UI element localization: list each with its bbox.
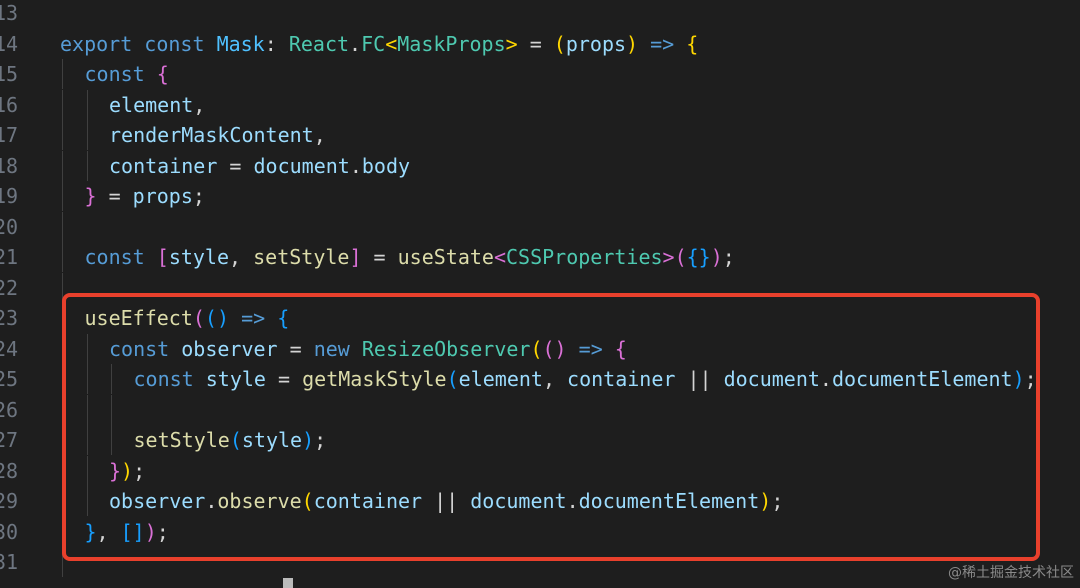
- code-text: export const Mask: React.FC<MaskProps> =…: [60, 31, 699, 56]
- line-number: 27: [0, 428, 19, 452]
- indent-guide: [62, 120, 63, 150]
- line-number: 29: [0, 489, 19, 513]
- indent-guide: [62, 89, 63, 120]
- text-cursor-icon: [283, 578, 293, 588]
- line-number: 16: [0, 92, 19, 117]
- indent-guide: [86, 89, 88, 120]
- indent-guide: [86, 120, 88, 150]
- line-number: 13: [0, 1, 19, 25]
- code-line[interactable]: 15 const {: [0, 59, 1080, 89]
- line-number: 24: [0, 336, 19, 361]
- line-number: 21: [0, 245, 19, 269]
- indent-guide: [86, 150, 88, 181]
- code-line[interactable]: 21 const [style, setStyle] = useState<CSS…: [0, 242, 1080, 272]
- code-text: container = document.body: [109, 153, 411, 178]
- line-number: 31: [0, 550, 19, 574]
- code-line[interactable]: 16 element,: [0, 89, 1080, 120]
- code-line[interactable]: 17 renderMaskContent,: [0, 120, 1080, 150]
- line-number: 19: [0, 184, 19, 208]
- code-line[interactable]: 19 } = props;: [0, 181, 1080, 211]
- code-text: const {: [84, 62, 169, 86]
- line-number: 14: [0, 31, 19, 56]
- code-line[interactable]: 14 export const Mask: React.FC<MaskProps>…: [0, 29, 1080, 59]
- line-number: 25: [0, 367, 19, 391]
- code-line[interactable]: 13: [0, 0, 1080, 28]
- indent-guide: [62, 59, 63, 89]
- code-text: } = props;: [84, 184, 205, 208]
- indent-guide: [62, 242, 63, 272]
- line-number: 17: [0, 123, 19, 147]
- line-number: 30: [0, 519, 19, 544]
- code-text: const [style, setStyle] = useState<CSSPr…: [84, 245, 735, 269]
- indent-guide: [62, 211, 63, 242]
- code-text: element,: [109, 92, 206, 117]
- line-number: 26: [0, 397, 19, 422]
- indent-guide: [62, 181, 63, 211]
- line-number: 20: [0, 214, 19, 239]
- watermark: @稀土掘金技术社区: [948, 565, 1074, 581]
- line-number: 18: [0, 153, 19, 178]
- indent-guide: [62, 150, 63, 181]
- line-number: 28: [0, 458, 19, 483]
- line-number: 15: [0, 62, 19, 86]
- line-number: 23: [0, 306, 19, 330]
- code-text: renderMaskContent,: [109, 123, 326, 147]
- line-number: 22: [0, 275, 19, 300]
- highlight-annotation-box: [62, 293, 1040, 561]
- code-line[interactable]: 20: [0, 211, 1080, 242]
- code-line[interactable]: 18 container = document.body: [0, 150, 1080, 181]
